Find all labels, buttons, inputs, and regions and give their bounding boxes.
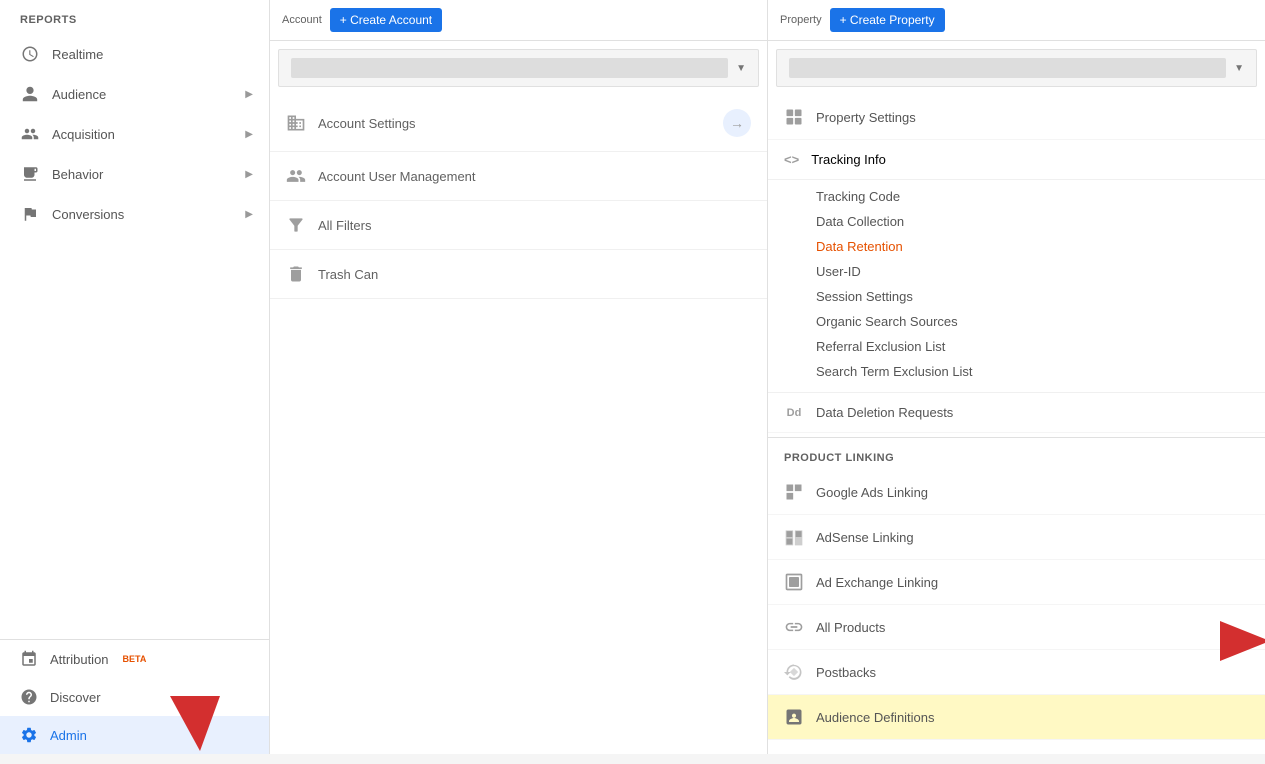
adsense-linking-item[interactable]: AdSense Linking bbox=[768, 515, 1265, 560]
flag-icon bbox=[20, 204, 40, 224]
trash-can-label: Trash Can bbox=[318, 267, 378, 282]
behavior-label: Behavior bbox=[52, 167, 103, 182]
account-settings-nav-arrow: → bbox=[723, 109, 751, 137]
admin-label: Admin bbox=[50, 728, 87, 743]
trash-can-item[interactable]: Trash Can bbox=[270, 250, 767, 299]
sidebar-item-attribution[interactable]: Attribution BETA bbox=[0, 640, 269, 678]
tracking-code-item[interactable]: Tracking Code bbox=[816, 184, 1265, 209]
account-user-mgmt-item[interactable]: Account User Management bbox=[270, 152, 767, 201]
beta-badge: BETA bbox=[123, 654, 147, 664]
code-icon: <> bbox=[784, 152, 799, 167]
right-arrow-annotation bbox=[1215, 616, 1265, 669]
sidebar-item-realtime[interactable]: Realtime bbox=[0, 34, 269, 74]
adsense-icon bbox=[784, 527, 804, 547]
sidebar-item-audience[interactable]: Audience ▶ bbox=[0, 74, 269, 114]
property-selector[interactable]: ▼ bbox=[776, 49, 1257, 87]
audience-label: Audience bbox=[52, 87, 106, 102]
filter-icon bbox=[286, 215, 306, 235]
user-id-item[interactable]: User-ID bbox=[816, 259, 1265, 284]
trash-icon bbox=[286, 264, 306, 284]
ad-exchange-linking-item[interactable]: Ad Exchange Linking bbox=[768, 560, 1265, 605]
google-ads-icon bbox=[784, 482, 804, 502]
realtime-label: Realtime bbox=[52, 47, 103, 62]
ad-exchange-icon bbox=[784, 572, 804, 592]
google-ads-linking-label: Google Ads Linking bbox=[816, 485, 928, 500]
property-settings-item[interactable]: Property Settings bbox=[768, 95, 1265, 140]
ad-exchange-linking-label: Ad Exchange Linking bbox=[816, 575, 938, 590]
account-column-header: Account + Create Account bbox=[270, 0, 767, 41]
create-account-button[interactable]: + Create Account bbox=[330, 8, 442, 32]
google-ads-linking-item[interactable]: Google Ads Linking bbox=[768, 470, 1265, 515]
account-settings-item[interactable]: Account Settings → bbox=[270, 95, 767, 152]
postbacks-item[interactable]: Postbacks bbox=[768, 650, 1265, 695]
all-filters-label: All Filters bbox=[318, 218, 371, 233]
dd-icon: Dd bbox=[784, 407, 804, 419]
property-column: Property + Create Property ▼ Property Se… bbox=[768, 0, 1265, 754]
building-icon bbox=[286, 113, 306, 133]
all-filters-item[interactable]: All Filters bbox=[270, 201, 767, 250]
account-selector[interactable]: ▼ bbox=[278, 49, 759, 87]
behavior-icon bbox=[20, 164, 40, 184]
product-linking-header: PRODUCT LINKING bbox=[768, 442, 1265, 470]
people-icon bbox=[286, 166, 306, 186]
tracking-info-label: Tracking Info bbox=[811, 152, 886, 167]
property-settings-icon bbox=[784, 107, 804, 127]
adsense-linking-label: AdSense Linking bbox=[816, 530, 914, 545]
acquisition-icon bbox=[20, 124, 40, 144]
sidebar-item-behavior[interactable]: Behavior ▶ bbox=[0, 154, 269, 194]
account-selector-value bbox=[291, 58, 728, 78]
acquisition-label: Acquisition bbox=[52, 127, 115, 142]
data-deletion-label: Data Deletion Requests bbox=[816, 405, 953, 420]
clock-icon bbox=[20, 44, 40, 64]
sidebar: REPORTS Realtime Audience ▶ Acquisition … bbox=[0, 0, 270, 754]
attribution-label: Attribution bbox=[50, 652, 109, 667]
down-arrow-annotation bbox=[160, 691, 230, 761]
account-dropdown-arrow: ▼ bbox=[736, 63, 746, 74]
data-collection-item[interactable]: Data Collection bbox=[816, 209, 1265, 234]
data-retention-item[interactable]: Data Retention bbox=[816, 234, 1265, 259]
search-term-exclusion-item[interactable]: Search Term Exclusion List bbox=[816, 359, 1265, 384]
property-column-header: Property + Create Property bbox=[768, 0, 1265, 41]
tracking-info-item[interactable]: <> Tracking Info bbox=[768, 140, 1265, 180]
all-products-icon bbox=[784, 617, 804, 637]
audience-definitions-label: Audience Definitions bbox=[816, 710, 935, 725]
sidebar-item-conversions[interactable]: Conversions ▶ bbox=[0, 194, 269, 234]
account-column: Account + Create Account ▼ Account Setti… bbox=[270, 0, 768, 754]
property-header-label: Property bbox=[780, 14, 822, 26]
session-settings-item[interactable]: Session Settings bbox=[816, 284, 1265, 309]
tracking-sub-menu: Tracking Code Data Collection Data Reten… bbox=[768, 180, 1265, 393]
property-dropdown-arrow: ▼ bbox=[1234, 63, 1244, 74]
custom-definitions-item[interactable]: Dd Custom Definitions bbox=[768, 740, 1265, 754]
behavior-expand-icon: ▶ bbox=[245, 169, 253, 180]
create-property-button[interactable]: + Create Property bbox=[830, 8, 945, 32]
admin-columns: Account + Create Account ▼ Account Setti… bbox=[270, 0, 1265, 754]
account-user-mgmt-label: Account User Management bbox=[318, 169, 476, 184]
conversions-expand-icon: ▶ bbox=[245, 209, 253, 220]
conversions-label: Conversions bbox=[52, 207, 124, 222]
referral-exclusion-item[interactable]: Referral Exclusion List bbox=[816, 334, 1265, 359]
all-products-item[interactable]: All Products bbox=[768, 605, 1265, 650]
audience-expand-icon: ▶ bbox=[245, 89, 253, 100]
data-deletion-item[interactable]: Dd Data Deletion Requests bbox=[768, 393, 1265, 433]
person-icon bbox=[20, 84, 40, 104]
discover-label: Discover bbox=[50, 690, 101, 705]
property-selector-value bbox=[789, 58, 1226, 78]
postbacks-icon bbox=[784, 662, 804, 682]
all-products-label: All Products bbox=[816, 620, 885, 635]
reports-label: REPORTS bbox=[0, 0, 269, 34]
property-settings-label: Property Settings bbox=[816, 110, 916, 125]
sidebar-item-acquisition[interactable]: Acquisition ▶ bbox=[0, 114, 269, 154]
audience-definitions-icon bbox=[784, 707, 804, 727]
account-header-label: Account bbox=[282, 14, 322, 26]
organic-search-item[interactable]: Organic Search Sources bbox=[816, 309, 1265, 334]
acquisition-expand-icon: ▶ bbox=[245, 129, 253, 140]
main-content: Account + Create Account ▼ Account Setti… bbox=[270, 0, 1265, 754]
audience-definitions-item[interactable]: Audience Definitions bbox=[768, 695, 1265, 740]
postbacks-label: Postbacks bbox=[816, 665, 876, 680]
account-settings-label: Account Settings bbox=[318, 116, 416, 131]
